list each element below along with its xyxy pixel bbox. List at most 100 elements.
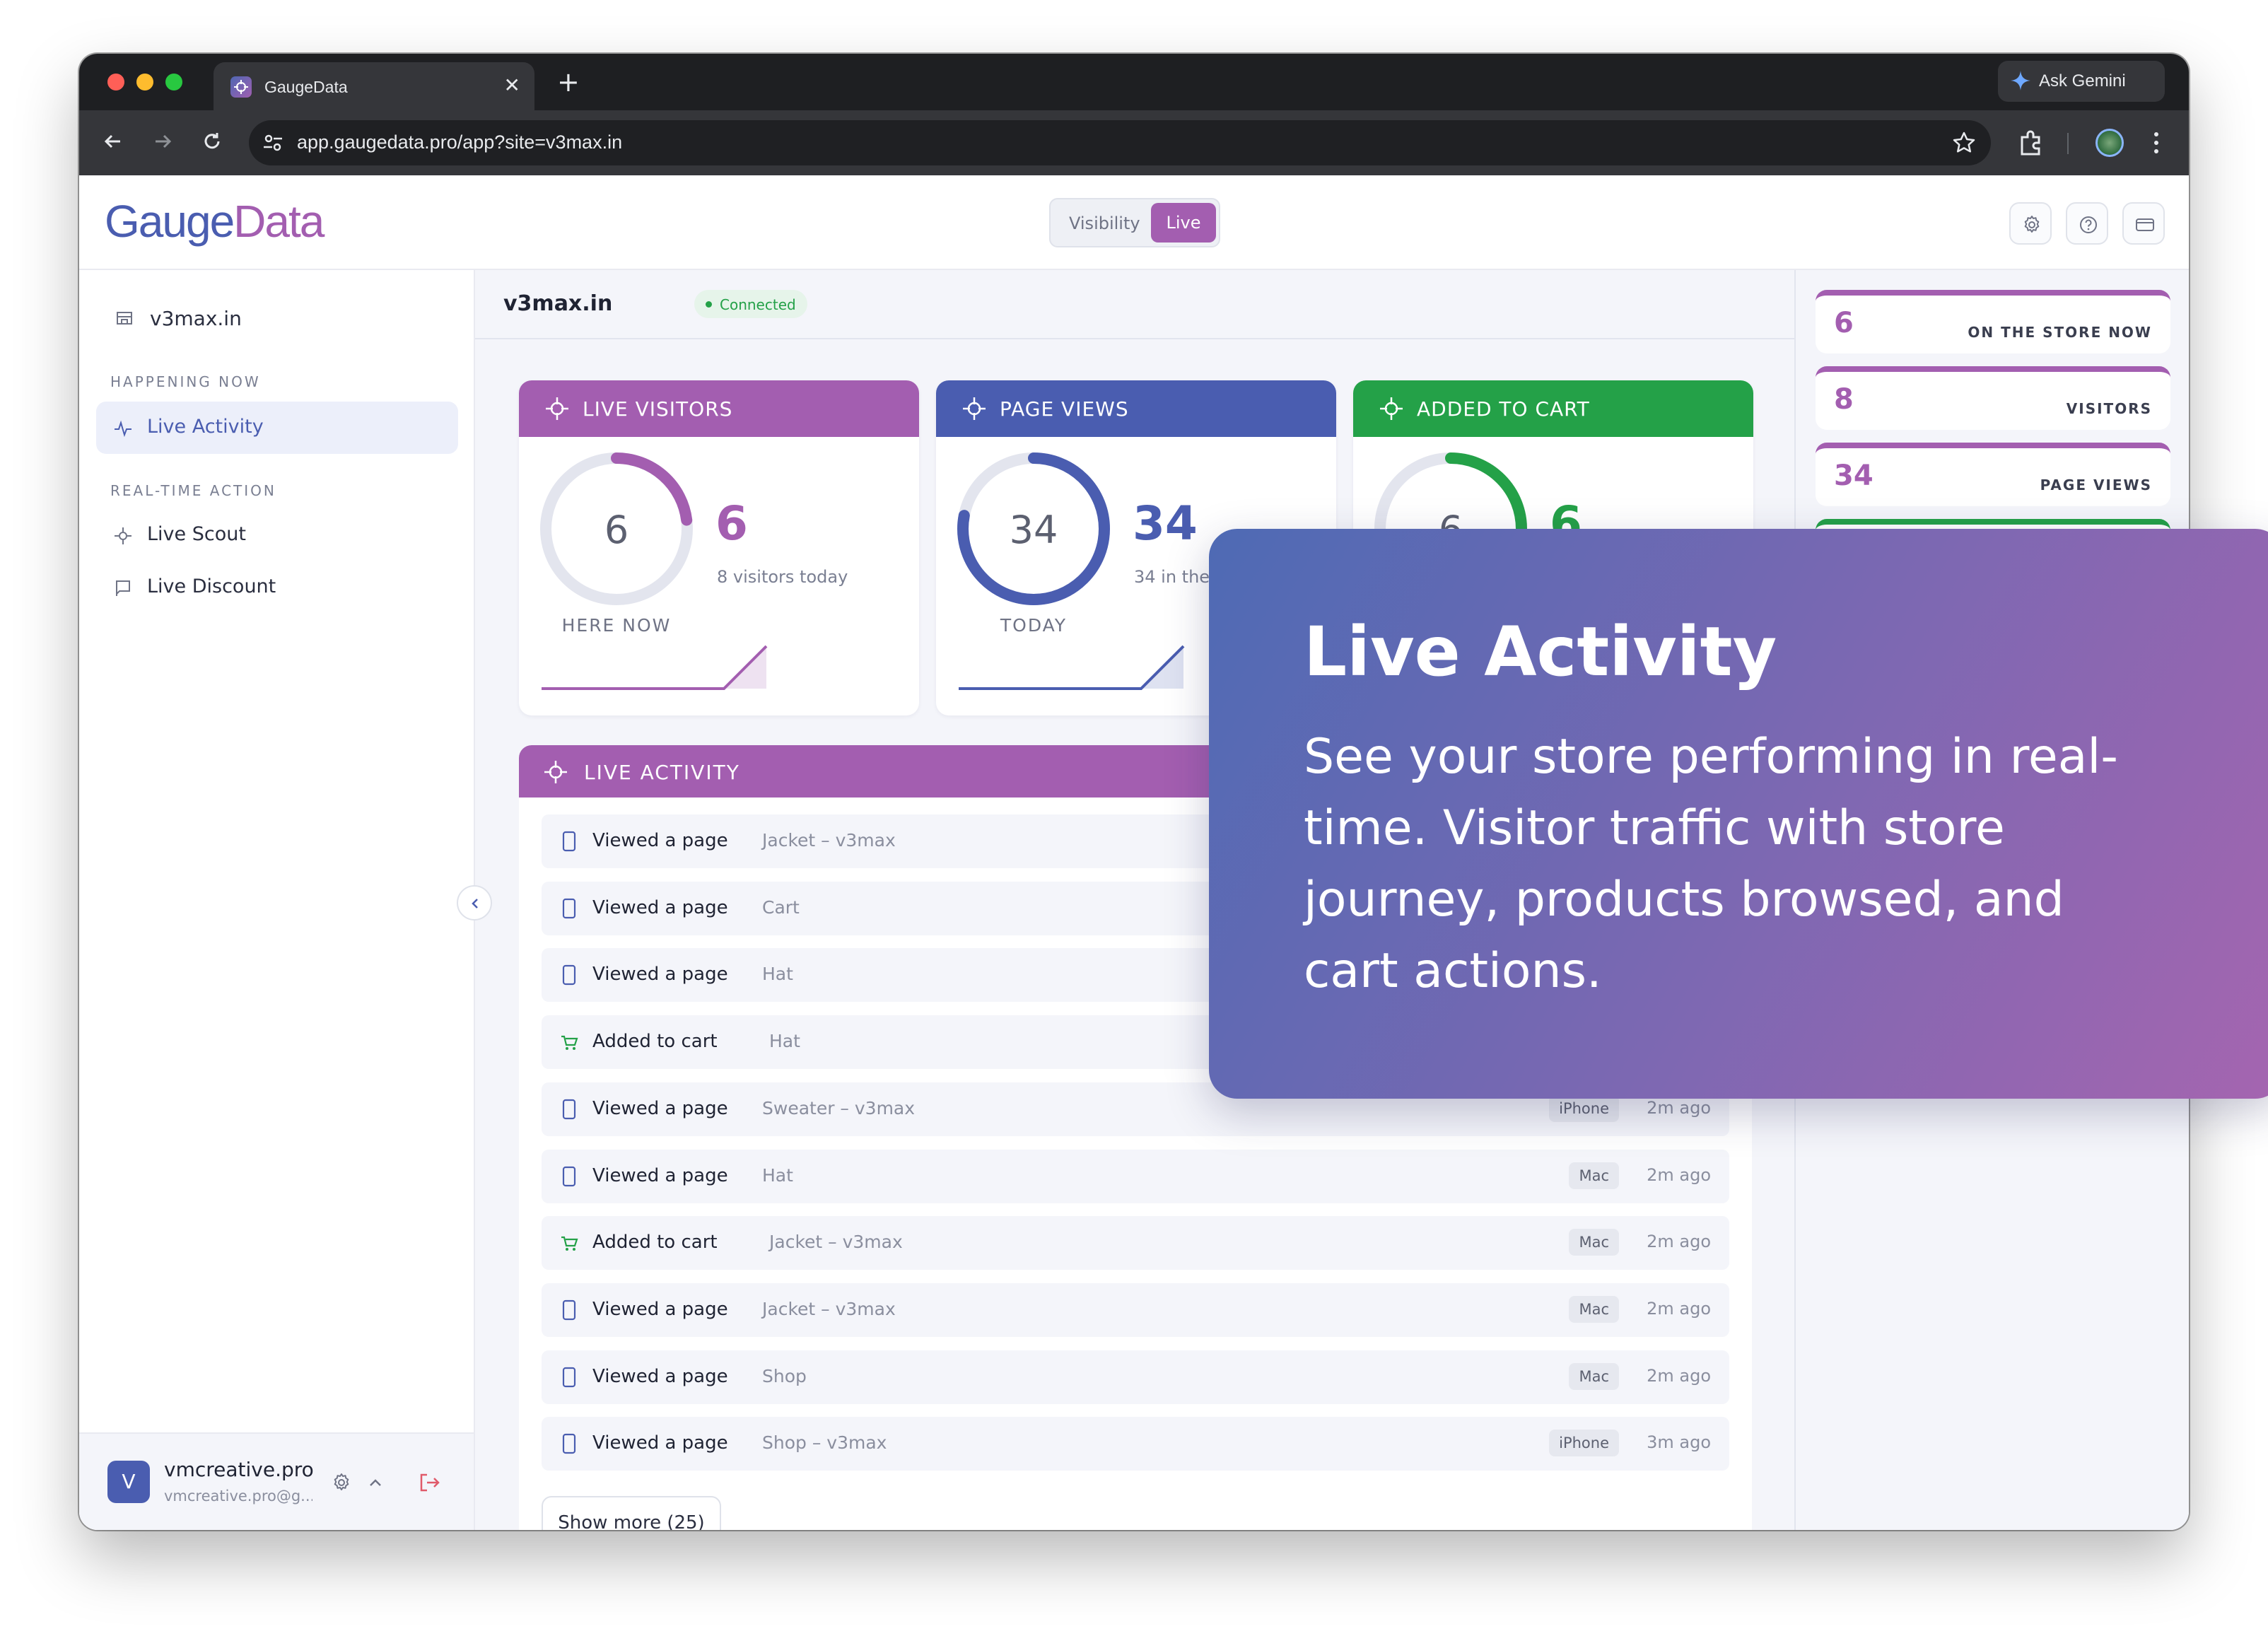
section-happening-now: HAPPENING NOW xyxy=(110,373,261,390)
toggle-live-button[interactable]: Live xyxy=(1151,203,1216,243)
app-header: GaugeData Visibility Live xyxy=(79,175,2189,270)
sidebar: v3max.in HAPPENING NOW Live Activity REA… xyxy=(79,270,475,1530)
activity-target: Shop xyxy=(762,1365,807,1386)
crosshair-icon xyxy=(963,397,986,420)
activity-row[interactable]: Viewed a page Hat Mac 2m ago xyxy=(542,1149,1729,1203)
status-dot-icon xyxy=(706,301,712,308)
maximize-window-button[interactable] xyxy=(165,74,182,90)
tab-close-icon[interactable]: ✕ xyxy=(504,74,520,97)
new-tab-button[interactable]: + xyxy=(557,66,580,98)
activity-action: Viewed a page xyxy=(592,964,728,986)
reload-icon[interactable] xyxy=(198,127,226,156)
user-email: vmcreative.pro@g... xyxy=(164,1488,312,1504)
billing-button[interactable] xyxy=(2122,202,2165,245)
close-window-button[interactable] xyxy=(107,74,124,90)
visitors-sparkline xyxy=(542,645,768,690)
browser-menu-icon[interactable] xyxy=(2149,130,2163,156)
sidebar-item-live-discount[interactable]: Live Discount xyxy=(96,561,458,614)
show-more-button[interactable]: Show more (25) xyxy=(542,1496,721,1530)
site-name: v3max.in xyxy=(503,291,613,316)
activity-row[interactable]: Viewed a page Jacket – v3max Mac 2m ago xyxy=(542,1282,1729,1337)
user-settings-gear-icon[interactable] xyxy=(331,1472,352,1493)
toolbar-separator xyxy=(2067,133,2069,154)
extensions-icon[interactable] xyxy=(2016,129,2045,157)
status-text: Connected xyxy=(720,296,796,313)
activity-pulse-icon xyxy=(115,420,131,438)
credit-card-icon xyxy=(2136,218,2154,231)
store-icon xyxy=(117,312,132,325)
stat-value: 6 xyxy=(1834,307,1854,339)
help-button[interactable] xyxy=(2066,202,2108,245)
site-bar: v3max.in Connected xyxy=(475,270,1794,339)
ask-gemini-button[interactable]: Ask Gemini xyxy=(1998,61,2165,102)
stat-value: 34 xyxy=(1834,460,1874,492)
back-arrow-icon[interactable] xyxy=(99,127,127,156)
card-live-visitors[interactable]: LIVE VISITORS 6 HERE NOW 6 8 visitors to… xyxy=(519,380,919,715)
toggle-visibility-button[interactable]: Visibility xyxy=(1069,214,1140,233)
big-value: 34 xyxy=(1133,496,1198,551)
device-badge: iPhone xyxy=(1549,1094,1619,1122)
browser-tab[interactable]: GaugeData ✕ xyxy=(214,62,534,110)
forward-arrow-icon[interactable] xyxy=(148,127,177,156)
activity-target: Shop – v3max xyxy=(762,1432,887,1454)
page-icon xyxy=(562,898,576,918)
sidebar-item-live-activity[interactable]: Live Activity xyxy=(96,402,458,454)
stat-value: 8 xyxy=(1834,383,1854,416)
cart-icon xyxy=(561,1035,578,1051)
activity-row[interactable]: Viewed a page Shop – v3max iPhone 3m ago xyxy=(542,1417,1729,1471)
activity-action: Viewed a page xyxy=(592,1432,728,1454)
activity-target: Hat xyxy=(769,1031,800,1052)
activity-time: 2m ago xyxy=(1647,1164,1711,1185)
callout-body: See your store performing in real-time. … xyxy=(1304,729,2118,999)
ring-value: 34 xyxy=(1009,508,1058,552)
favicon-icon xyxy=(230,76,252,98)
stat-on-store-now: 6 ON THE STORE NOW xyxy=(1816,290,2170,354)
settings-button[interactable] xyxy=(2009,202,2052,245)
site-settings-icon[interactable] xyxy=(262,132,284,154)
callout-title: Live Activity xyxy=(1304,612,1777,691)
activity-action: Viewed a page xyxy=(592,1365,728,1387)
gaugedata-logo[interactable]: GaugeData xyxy=(105,195,325,247)
activity-action: Viewed a page xyxy=(592,1298,728,1320)
device-badge: Mac xyxy=(1569,1295,1619,1323)
collapse-sidebar-button[interactable] xyxy=(457,885,492,921)
page-icon xyxy=(562,1166,576,1186)
device-badge: Mac xyxy=(1569,1162,1619,1189)
bookmark-star-icon[interactable] xyxy=(1951,130,1977,156)
feature-callout: Live Activity See your store performing … xyxy=(1209,529,2268,1099)
ring-caption: HERE NOW xyxy=(561,615,672,636)
sidebar-item-live-scout[interactable]: Live Scout xyxy=(96,509,458,561)
browser-toolbar: app.gaugedata.pro/app?site=v3max.in xyxy=(79,110,2189,175)
profile-avatar-icon[interactable] xyxy=(2095,129,2124,157)
minimize-window-button[interactable] xyxy=(136,74,153,90)
user-avatar[interactable]: V xyxy=(107,1461,150,1503)
big-value: 6 xyxy=(715,496,748,551)
cart-icon xyxy=(561,1237,578,1251)
activity-time: 3m ago xyxy=(1647,1432,1711,1453)
sidebar-item-label: Live Discount xyxy=(147,575,276,597)
activity-action: Viewed a page xyxy=(592,1164,728,1186)
page-icon xyxy=(562,965,576,986)
crosshair-icon xyxy=(544,761,567,783)
stat-label: VISITORS xyxy=(2066,400,2152,417)
logo-gauge-text: Gauge xyxy=(105,196,235,247)
logout-icon[interactable] xyxy=(417,1471,441,1495)
ring-value: 6 xyxy=(604,508,629,552)
activity-target: Jacket – v3max xyxy=(769,1232,903,1253)
card-title: LIVE VISITORS xyxy=(583,397,733,421)
activity-title: LIVE ACTIVITY xyxy=(584,761,740,784)
activity-row[interactable]: Added to cart Jacket – v3max Mac 2m ago xyxy=(542,1216,1729,1270)
sidebar-item-label: Live Activity xyxy=(147,416,264,438)
logo-data-text: Data xyxy=(233,196,325,247)
activity-row[interactable]: Viewed a page Shop Mac 2m ago xyxy=(542,1350,1729,1404)
message-flag-icon xyxy=(116,580,130,596)
device-badge: iPhone xyxy=(1549,1430,1619,1457)
page-icon xyxy=(562,831,576,852)
crosshair-icon xyxy=(546,397,568,420)
chevron-up-icon[interactable] xyxy=(366,1473,385,1492)
activity-target: Sweater – v3max xyxy=(762,1097,916,1118)
page-icon xyxy=(562,1299,576,1320)
device-badge: Mac xyxy=(1569,1362,1619,1390)
section-real-time-action: REAL-TIME ACTION xyxy=(110,482,276,499)
address-bar[interactable]: app.gaugedata.pro/app?site=v3max.in xyxy=(249,120,1991,165)
